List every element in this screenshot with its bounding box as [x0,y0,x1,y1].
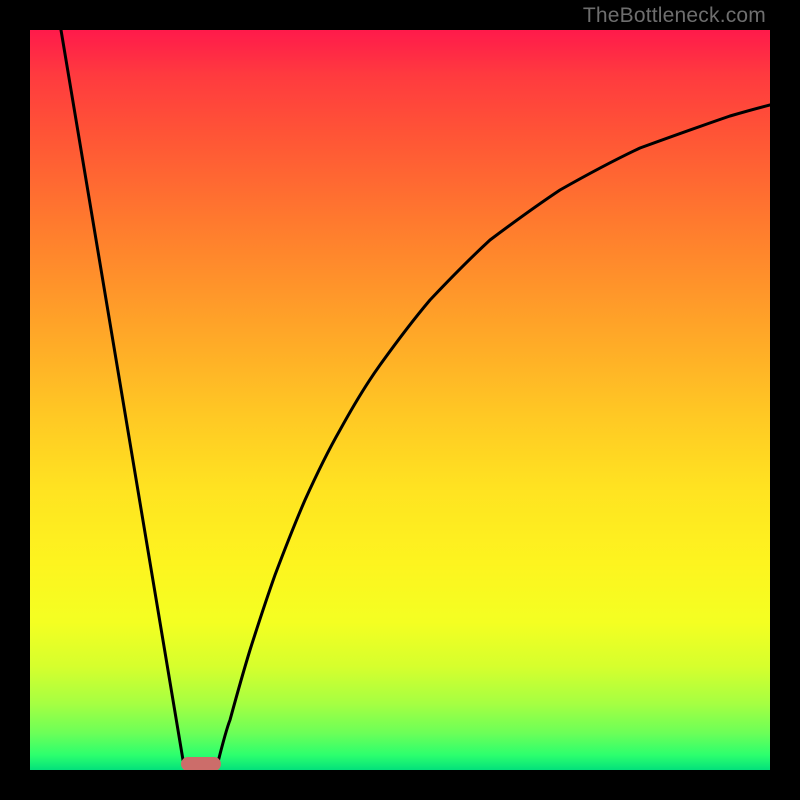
curve-right-branch [217,105,770,766]
plot-area [30,30,770,770]
minimum-marker [181,757,221,770]
curve-left-branch [61,30,184,766]
chart-frame: TheBottleneck.com [0,0,800,800]
watermark-text: TheBottleneck.com [583,4,766,28]
bottleneck-curve [30,30,770,770]
